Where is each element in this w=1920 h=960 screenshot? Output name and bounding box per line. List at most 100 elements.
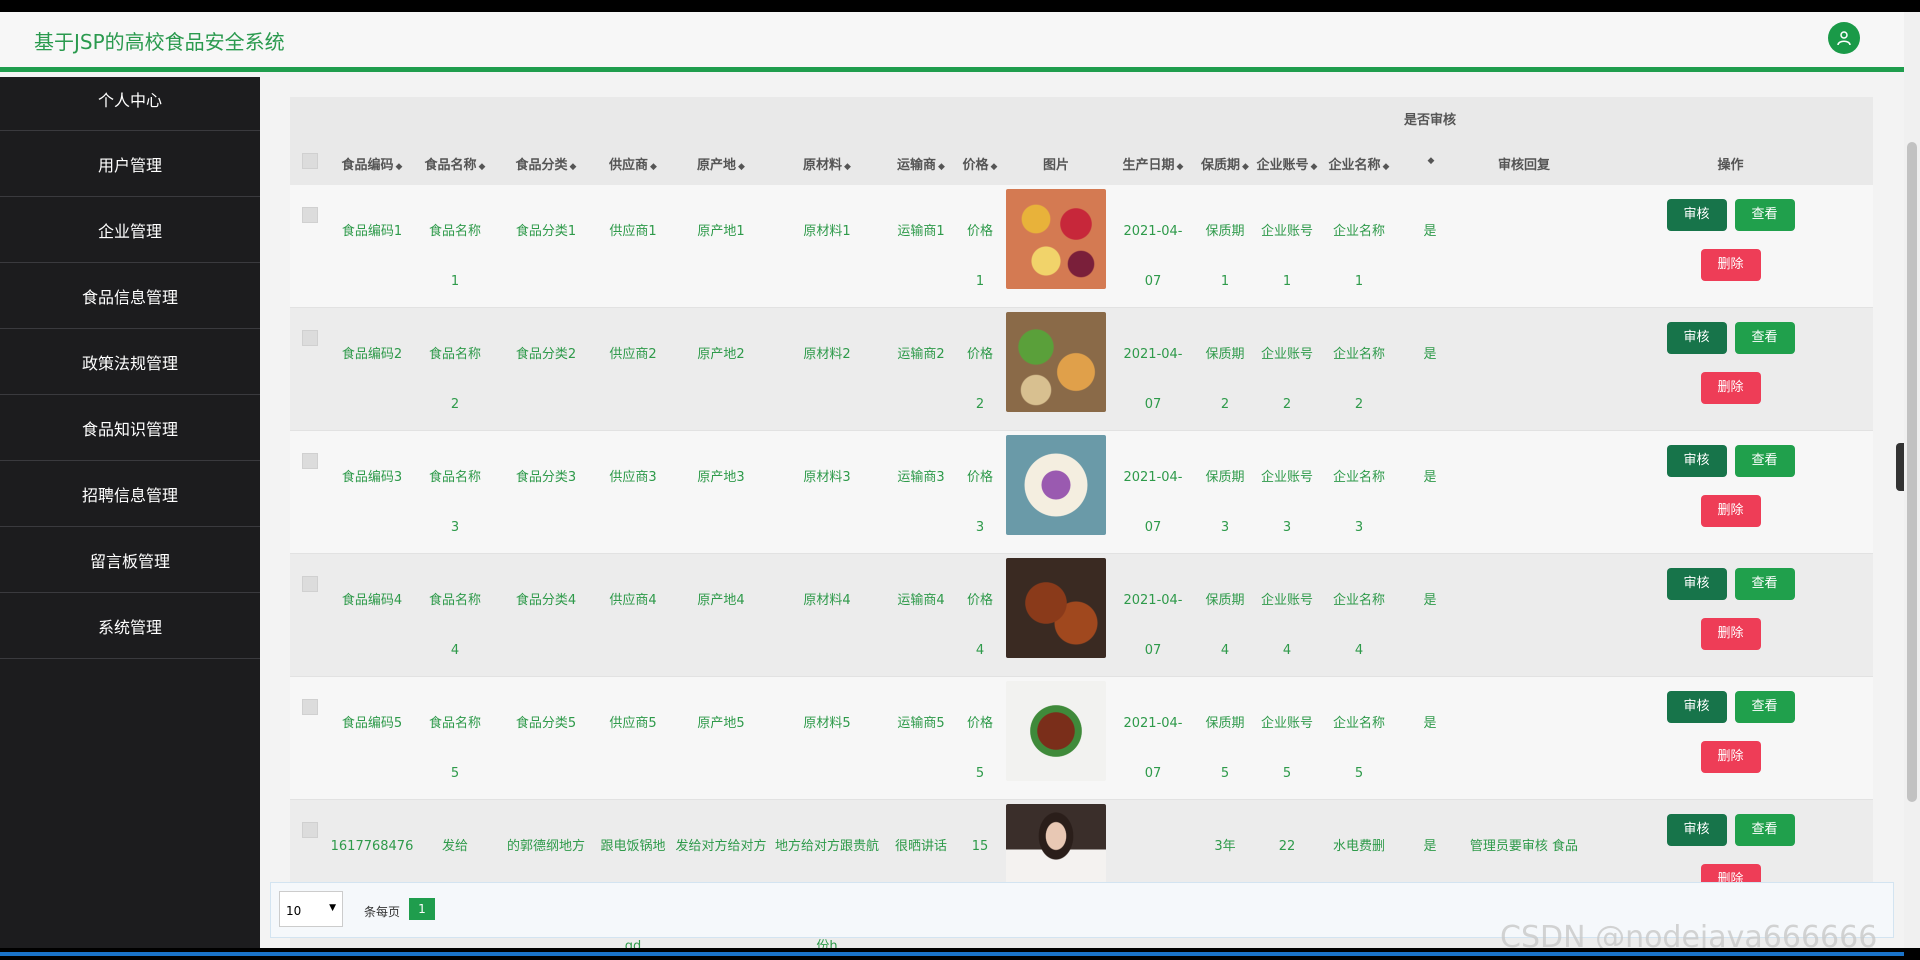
column-header[interactable]: 原产地 ◆: [670, 97, 772, 185]
cell-image: [1000, 185, 1112, 308]
column-header[interactable]: 企业名称 ◆: [1318, 97, 1400, 185]
cell-audited: 是: [1400, 307, 1460, 431]
cell-image: [1000, 430, 1112, 554]
row-checkbox-cell: [290, 553, 330, 677]
cell-category: 食品分类3: [496, 430, 596, 554]
delete-button[interactable]: 删除: [1700, 495, 1761, 527]
cell-account: 企业账号 1: [1256, 185, 1318, 308]
column-header[interactable]: 生产日期 ◆: [1112, 97, 1194, 185]
audit-button[interactable]: 审核: [1666, 445, 1727, 477]
column-header[interactable]: 食品名称 ◆: [414, 97, 496, 185]
row-checkbox-cell: [290, 307, 330, 431]
row-checkbox[interactable]: [302, 576, 318, 592]
delete-button[interactable]: 删除: [1700, 618, 1761, 650]
delete-button[interactable]: 删除: [1700, 249, 1761, 281]
row-checkbox[interactable]: [302, 453, 318, 469]
column-header-audited[interactable]: 是否审核 ◆: [1400, 97, 1460, 185]
user-avatar-button[interactable]: [1828, 22, 1860, 54]
row-checkbox[interactable]: [302, 699, 318, 715]
cell-company: 企业名称 2: [1318, 307, 1400, 431]
cell-supplier: 供应商2: [596, 307, 670, 431]
table-row: 食品编码2 食品名称 2 食品分类2 供应商2 原产地2 原材料2 运输商2 价格 2 2021-0…: [290, 307, 1873, 431]
select-all-checkbox[interactable]: [302, 153, 318, 169]
food-table: 食品编码 ◆ 食品名称 ◆ 食品分类 ◆ 供应商 ◆ 原产地 ◆ 原材料 ◆ 运输商 ◆ 价格…: [290, 97, 1873, 948]
cell-material: 原材料4: [772, 553, 882, 677]
page-button-current[interactable]: 1: [409, 898, 435, 920]
food-thumbnail[interactable]: [1006, 681, 1106, 781]
view-button[interactable]: 查看: [1734, 814, 1795, 846]
sidebar-item-enterprise-management[interactable]: 企业管理: [0, 197, 260, 263]
sidebar-item-food-info-management[interactable]: 食品信息管理: [0, 263, 260, 329]
audit-button[interactable]: 审核: [1666, 568, 1727, 600]
cell-reply: [1460, 676, 1588, 800]
cell-code: 食品编码2: [330, 307, 414, 431]
top-header: 基于JSP的高校食品安全系统: [0, 12, 1904, 72]
cell-audited: 是: [1400, 553, 1460, 677]
food-thumbnail[interactable]: [1006, 435, 1106, 535]
row-checkbox[interactable]: [302, 207, 318, 223]
select-all-checkbox-cell: [290, 97, 330, 185]
cell-date: 2021-04- 07: [1112, 430, 1194, 554]
cell-account: 企业账号 5: [1256, 676, 1318, 800]
delete-button[interactable]: 删除: [1700, 741, 1761, 773]
cell-shelf: 保质期 1: [1194, 185, 1256, 308]
sidebar-item-recruitment-management[interactable]: 招聘信息管理: [0, 461, 260, 527]
cell-supplier: 供应商5: [596, 676, 670, 800]
table-row: 食品编码4 食品名称 4 食品分类4 供应商4 原产地4 原材料4 运输商4 价格 4 2021-0…: [290, 553, 1873, 677]
cell-date: 2021-04- 07: [1112, 307, 1194, 431]
food-thumbnail[interactable]: [1006, 312, 1106, 412]
cell-category: 食品分类1: [496, 185, 596, 308]
sidebar-item-label: 系统管理: [97, 617, 162, 637]
column-header[interactable]: 原材料 ◆: [772, 97, 882, 185]
cell-actions: 审核 查看 删除: [1588, 430, 1873, 554]
cell-material: 原材料5: [772, 676, 882, 800]
sidebar-item-message-board-management[interactable]: 留言板管理: [0, 527, 260, 593]
column-header[interactable]: 食品编码 ◆: [330, 97, 414, 185]
food-thumbnail[interactable]: [1006, 558, 1106, 658]
food-thumbnail[interactable]: [1006, 189, 1106, 289]
page-size-select[interactable]: 10 ▼: [279, 891, 343, 927]
app-title: 基于JSP的高校食品安全系统: [34, 30, 285, 54]
column-header[interactable]: 运输商 ◆: [882, 97, 960, 185]
table-row: 食品编码3 食品名称 3 食品分类3 供应商3 原产地3 原材料3 运输商3 价格 3 2021-0…: [290, 430, 1873, 554]
audit-button[interactable]: 审核: [1666, 814, 1727, 846]
sidebar-item-label: 食品信息管理: [81, 287, 178, 307]
row-checkbox[interactable]: [302, 330, 318, 346]
cell-audited: 是: [1400, 676, 1460, 800]
row-checkbox-cell: [290, 185, 330, 308]
cell-audited: 是: [1400, 430, 1460, 554]
cell-price: 价格 5: [960, 676, 1000, 800]
view-button[interactable]: 查看: [1734, 322, 1795, 354]
cell-company: 企业名称 3: [1318, 430, 1400, 554]
audit-button[interactable]: 审核: [1666, 322, 1727, 354]
view-button[interactable]: 查看: [1734, 568, 1795, 600]
vertical-scrollbar[interactable]: [1904, 12, 1920, 948]
audit-button[interactable]: 审核: [1666, 691, 1727, 723]
column-header[interactable]: 保质期 ◆: [1194, 97, 1256, 185]
view-button[interactable]: 查看: [1734, 445, 1795, 477]
audit-button[interactable]: 审核: [1666, 199, 1727, 231]
sidebar-item-personal-center[interactable]: 个人中心: [0, 77, 260, 131]
bottom-bar: [0, 948, 1920, 960]
column-header[interactable]: 供应商 ◆: [596, 97, 670, 185]
cell-category: 食品分类5: [496, 676, 596, 800]
cell-material: 原材料3: [772, 430, 882, 554]
delete-button[interactable]: 删除: [1700, 372, 1761, 404]
cell-origin: 原产地5: [670, 676, 772, 800]
cell-code: 食品编码5: [330, 676, 414, 800]
row-checkbox[interactable]: [302, 822, 318, 838]
sidebar-item-policy-management[interactable]: 政策法规管理: [0, 329, 260, 395]
sidebar-item-system-management[interactable]: 系统管理: [0, 593, 260, 659]
sidebar-item-food-knowledge-management[interactable]: 食品知识管理: [0, 395, 260, 461]
view-button[interactable]: 查看: [1734, 199, 1795, 231]
column-header[interactable]: 价格 ◆: [960, 97, 1000, 185]
sidebar-item-user-management[interactable]: 用户管理: [0, 131, 260, 197]
cell-price: 价格 1: [960, 185, 1000, 308]
scrollbar-thumb[interactable]: [1907, 142, 1917, 802]
column-header[interactable]: 企业账号 ◆: [1256, 97, 1318, 185]
view-button[interactable]: 查看: [1734, 691, 1795, 723]
column-header[interactable]: 食品分类 ◆: [496, 97, 596, 185]
cell-price: 价格 3: [960, 430, 1000, 554]
app-window: 基于JSP的高校食品安全系统 个人中心 用户管理 企业管理 食品信息管理 政策法…: [0, 12, 1904, 948]
cell-actions: 审核 查看 删除: [1588, 307, 1873, 431]
